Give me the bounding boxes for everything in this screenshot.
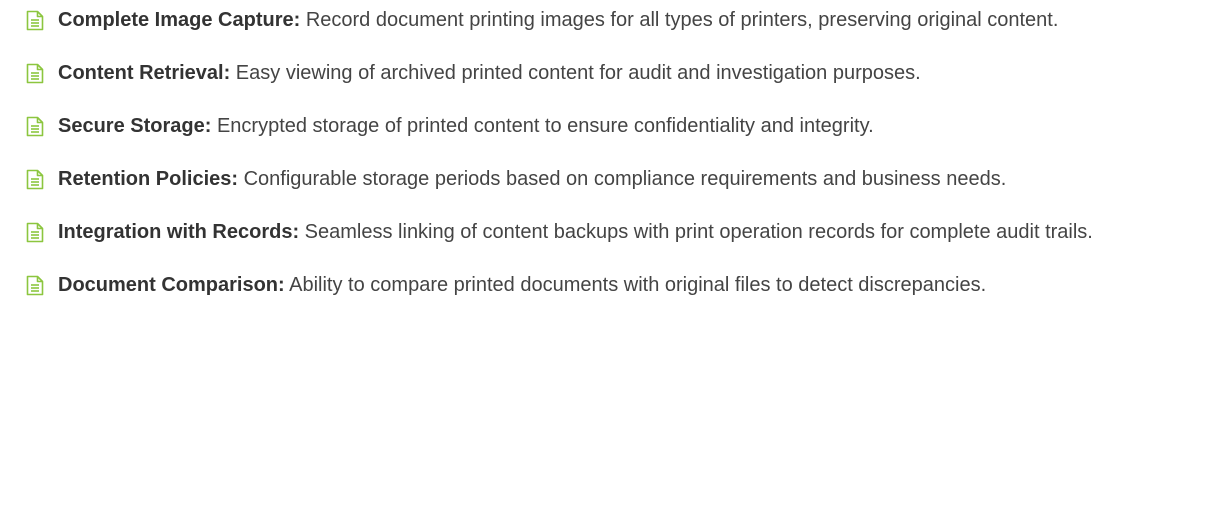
document-icon [26, 116, 44, 137]
feature-item-document-comparison: Document Comparison: Ability to compare … [26, 269, 1206, 302]
document-icon [26, 169, 44, 190]
feature-description: Easy viewing of archived printed content… [230, 62, 921, 84]
feature-description: Ability to compare printed documents wit… [284, 274, 987, 296]
feature-item-image-capture: Complete Image Capture: Record document … [26, 4, 1206, 37]
feature-item-retention-policies: Retention Policies: Configurable storage… [26, 163, 1206, 196]
feature-title: Integration with Records: [58, 221, 300, 243]
feature-description: Configurable storage periods based on co… [238, 168, 1007, 190]
feature-list: Complete Image Capture: Record document … [0, 0, 1206, 302]
feature-title: Retention Policies: [58, 168, 239, 190]
feature-item-integration-records: Integration with Records: Seamless linki… [26, 216, 1206, 249]
feature-title: Complete Image Capture: [58, 9, 301, 31]
feature-item-secure-storage: Secure Storage: Encrypted storage of pri… [26, 110, 1206, 143]
feature-description: Seamless linking of content backups with… [299, 221, 1093, 243]
document-icon [26, 63, 44, 84]
feature-title: Document Comparison: [58, 274, 285, 296]
document-icon [26, 275, 44, 296]
feature-description: Encrypted storage of printed content to … [211, 115, 874, 137]
feature-title: Content Retrieval: [58, 62, 231, 84]
feature-title: Secure Storage: [58, 115, 212, 137]
document-icon [26, 10, 44, 31]
feature-description: Record document printing images for all … [300, 9, 1059, 31]
document-icon [26, 222, 44, 243]
feature-item-content-retrieval: Content Retrieval: Easy viewing of archi… [26, 57, 1206, 90]
